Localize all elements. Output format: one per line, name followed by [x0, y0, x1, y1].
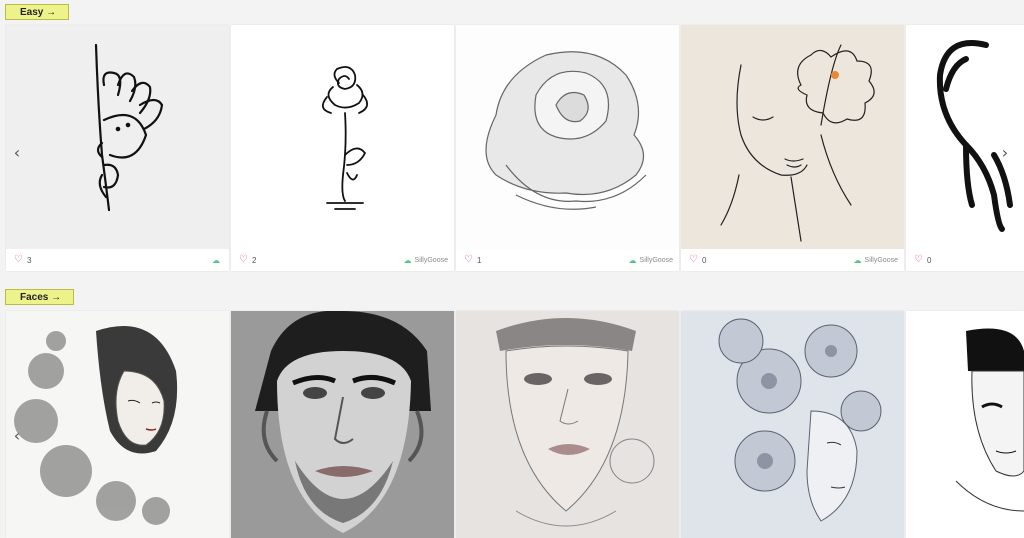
easy-carousel: ♡ 3 ☁ ♡ 2 ☁ SillyGoose ♡ 1 ☁ SillyGoose …: [0, 25, 1024, 271]
bolt-icon: ☁: [628, 256, 637, 265]
author-name: SillyGoose: [639, 257, 673, 264]
drawing-card[interactable]: ♡ 3 ☁: [6, 25, 229, 271]
drawing-card[interactable]: [231, 311, 454, 538]
card-meta: ♡ 0 ☁ SillyGoose: [681, 249, 904, 271]
author-label[interactable]: ☁ SillyGoose: [629, 256, 673, 265]
drawing-thumbnail[interactable]: [456, 25, 679, 249]
drawing-thumbnail[interactable]: [231, 311, 454, 538]
drawing-card[interactable]: ♡ 0 ☁ SillyGoose: [681, 25, 904, 271]
like-count: 0: [926, 255, 932, 265]
like-count: 1: [476, 255, 482, 265]
card-meta: ♡ 2 ☁ SillyGoose: [231, 249, 454, 271]
drawing-thumbnail[interactable]: [906, 311, 1024, 538]
drawing-card[interactable]: [456, 311, 679, 538]
section-tag-faces[interactable]: Faces →: [5, 289, 75, 305]
like-button[interactable]: ♡ 3: [14, 255, 31, 265]
author-label[interactable]: ☁ SillyGoose: [404, 256, 448, 265]
drawing-thumbnail[interactable]: [681, 25, 904, 249]
like-button[interactable]: ♡ 1: [464, 255, 481, 265]
heart-icon[interactable]: ♡: [689, 255, 698, 265]
section-tag-easy[interactable]: Easy →: [5, 4, 70, 20]
bolt-icon: ☁: [212, 256, 220, 265]
heart-icon[interactable]: ♡: [239, 255, 248, 265]
card-meta: ♡ 0: [906, 249, 1024, 271]
drawing-thumbnail[interactable]: [681, 311, 904, 538]
drawing-card[interactable]: ♡ 2 ☁ SillyGoose: [231, 25, 454, 271]
author-name: SillyGoose: [864, 257, 898, 264]
author-label[interactable]: ☁: [212, 256, 223, 265]
card-meta: ♡ 3 ☁: [6, 249, 229, 271]
drawing-thumbnail[interactable]: [231, 25, 454, 249]
like-button[interactable]: ♡ 0: [914, 255, 931, 265]
drawing-card[interactable]: [681, 311, 904, 538]
heart-icon[interactable]: ♡: [14, 255, 23, 265]
like-button[interactable]: ♡ 2: [239, 255, 256, 265]
drawing-card[interactable]: [906, 311, 1024, 538]
like-button[interactable]: ♡ 0: [689, 255, 706, 265]
like-count: 0: [701, 255, 707, 265]
bolt-icon: ☁: [403, 256, 412, 265]
drawing-thumbnail[interactable]: [906, 25, 1024, 249]
author-label[interactable]: ☁ SillyGoose: [854, 256, 898, 265]
author-name: SillyGoose: [414, 257, 448, 264]
faces-carousel: ‹: [0, 311, 1024, 538]
chevron-right-icon[interactable]: ›: [998, 143, 1012, 163]
chevron-left-icon[interactable]: ‹: [10, 426, 24, 446]
like-count: 3: [26, 255, 32, 265]
chevron-left-icon[interactable]: ‹: [10, 143, 24, 163]
heart-icon[interactable]: ♡: [914, 255, 923, 265]
drawing-card[interactable]: [6, 311, 229, 538]
drawing-thumbnail[interactable]: [6, 25, 229, 249]
drawing-thumbnail[interactable]: [456, 311, 679, 538]
drawing-card[interactable]: ♡ 1 ☁ SillyGoose: [456, 25, 679, 271]
bolt-icon: ☁: [853, 256, 862, 265]
drawing-thumbnail[interactable]: [6, 311, 229, 538]
card-meta: ♡ 1 ☁ SillyGoose: [456, 249, 679, 271]
like-count: 2: [251, 255, 257, 265]
heart-icon[interactable]: ♡: [464, 255, 473, 265]
